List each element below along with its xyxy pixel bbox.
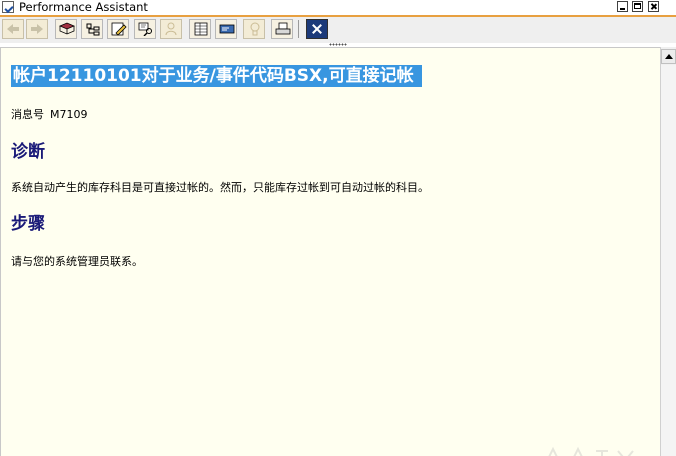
back-button[interactable]: [2, 19, 24, 39]
scroll-track[interactable]: [661, 65, 676, 456]
back-arrow-icon: [7, 24, 19, 34]
forward-arrow-icon: [31, 24, 43, 34]
procedure-text: 请与您的系统管理员联系。: [11, 255, 143, 268]
minimize-button[interactable]: [617, 1, 628, 12]
title-bar: Performance Assistant: [0, 0, 676, 16]
toolbar: [0, 17, 676, 43]
table-button[interactable]: [189, 19, 211, 39]
edit-button[interactable]: [107, 19, 129, 39]
resize-grip[interactable]: [329, 43, 347, 46]
message-title: 帐户12110101对于业务/事件代码BSX,可直接记帐: [11, 65, 422, 87]
toolbar-separator: [298, 20, 299, 38]
table-icon: [194, 22, 208, 36]
lightbulb-icon: [250, 22, 260, 36]
book-icon: [59, 22, 75, 35]
watermark-logo: [548, 446, 634, 456]
print-button[interactable]: [271, 19, 293, 39]
search-docs-button[interactable]: [134, 19, 156, 39]
diagnosis-heading: 诊断: [11, 142, 45, 162]
maximize-button[interactable]: [632, 1, 643, 12]
technical-info-icon: [86, 23, 100, 36]
message-number-line: 消息号 M7109: [11, 108, 94, 122]
hint-button[interactable]: [243, 19, 265, 39]
forward-button[interactable]: [26, 19, 48, 39]
app-icon[interactable]: [2, 1, 14, 13]
documentation-button[interactable]: [55, 19, 77, 39]
edit-pencil-icon: [111, 22, 127, 36]
procedure-heading: 步骤: [11, 214, 45, 234]
message-number: M7109: [50, 108, 88, 121]
display-options-icon: [219, 24, 235, 34]
user-button[interactable]: [160, 19, 182, 39]
technical-info-button[interactable]: [81, 19, 103, 39]
diagnosis-text: 系统自动产生的库存科目是可直接过帐的。然而，只能库存过帐到可自动过帐的科目。: [11, 181, 429, 194]
vertical-scrollbar[interactable]: [660, 47, 676, 456]
window-title: Performance Assistant: [19, 0, 148, 14]
search-documentation-icon: [138, 22, 152, 36]
message-content: 帐户12110101对于业务/事件代码BSX,可直接记帐 消息号 M7109 诊断…: [0, 47, 660, 456]
scroll-up-button[interactable]: [661, 49, 676, 64]
user-icon: [165, 22, 177, 36]
display-options-button[interactable]: [215, 19, 237, 39]
print-icon: [275, 22, 291, 35]
close-icon[interactable]: [306, 19, 328, 39]
window-close-button[interactable]: [648, 1, 659, 12]
message-number-label: 消息号: [11, 108, 44, 121]
